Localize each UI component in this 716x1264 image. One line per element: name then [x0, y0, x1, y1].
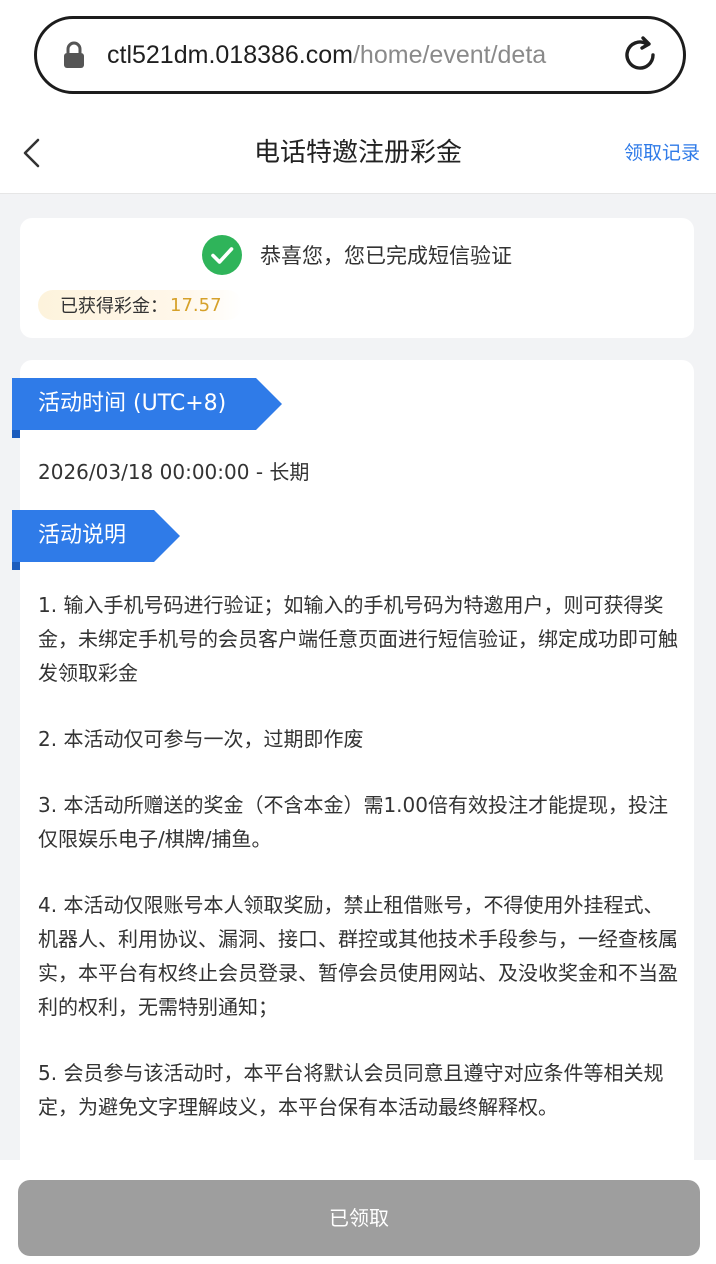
check-circle-icon — [202, 235, 242, 275]
url-host: ctl521dm.018386.com — [107, 40, 353, 69]
rule-item: 1. 输入手机号码进行验证；如输入的手机号码为特邀用户，则可获得奖金，未绑定手机… — [38, 593, 678, 685]
bonus-badge: 已获得彩金： 17.57 — [38, 290, 242, 320]
url-path: /home/event/deta — [352, 40, 547, 69]
status-message: 恭喜您，您已完成短信验证 — [260, 244, 512, 268]
bonus-label: 已获得彩金： — [60, 296, 168, 317]
bottom-action-bar: 已领取 — [0, 1160, 716, 1264]
rule-item: 4. 本活动仅限账号本人领取奖励，禁止租借账号，不得使用外挂程式、机器人、利用协… — [38, 893, 678, 1019]
verification-status-card: 恭喜您，您已完成短信验证 已获得彩金： 17.57 — [20, 218, 694, 338]
browser-bar: ctl521dm.018386.com/home/event/deta — [0, 0, 716, 112]
activity-time-heading: 活动时间 (UTC+8) — [12, 378, 282, 430]
ribbon-fold — [12, 430, 20, 438]
back-icon[interactable] — [18, 136, 46, 170]
claim-records-link[interactable]: 领取记录 — [624, 112, 700, 194]
claimed-button[interactable]: 已领取 — [18, 1180, 700, 1256]
lock-icon — [64, 41, 84, 68]
ribbon-fold — [12, 562, 20, 570]
reload-icon[interactable] — [619, 34, 661, 76]
app-header: 电话特邀注册彩金 领取记录 — [0, 112, 716, 194]
activity-description-heading: 活动说明 — [12, 510, 180, 562]
rule-item: 2. 本活动仅可参与一次，过期即作废 — [38, 727, 364, 751]
page-title: 电话特邀注册彩金 — [253, 138, 462, 168]
address-bar[interactable]: ctl521dm.018386.com/home/event/deta — [34, 16, 686, 94]
bonus-value: 17.57 — [170, 294, 222, 316]
rule-item: 5. 会员参与该活动时，本平台将默认会员同意且遵守对应条件等相关规定，为避免文字… — [38, 1061, 664, 1119]
rule-item: 3. 本活动所赠送的奖金（不含本金）需1.00倍有效投注才能提现，投注仅限娱乐电… — [38, 793, 668, 851]
activity-time-value: 2026/03/18 00:00:00 - 长期 — [38, 460, 310, 484]
rules-list: 1. 输入手机号码进行验证；如输入的手机号码为特邀用户，则可获得奖金，未绑定手机… — [38, 588, 678, 1156]
status-row: 恭喜您，您已完成短信验证 — [20, 234, 694, 276]
activity-info-card: 活动时间 (UTC+8) 2026/03/18 00:00:00 - 长期 活动… — [12, 360, 694, 1180]
url-text[interactable]: ctl521dm.018386.com/home/event/deta — [107, 41, 595, 70]
